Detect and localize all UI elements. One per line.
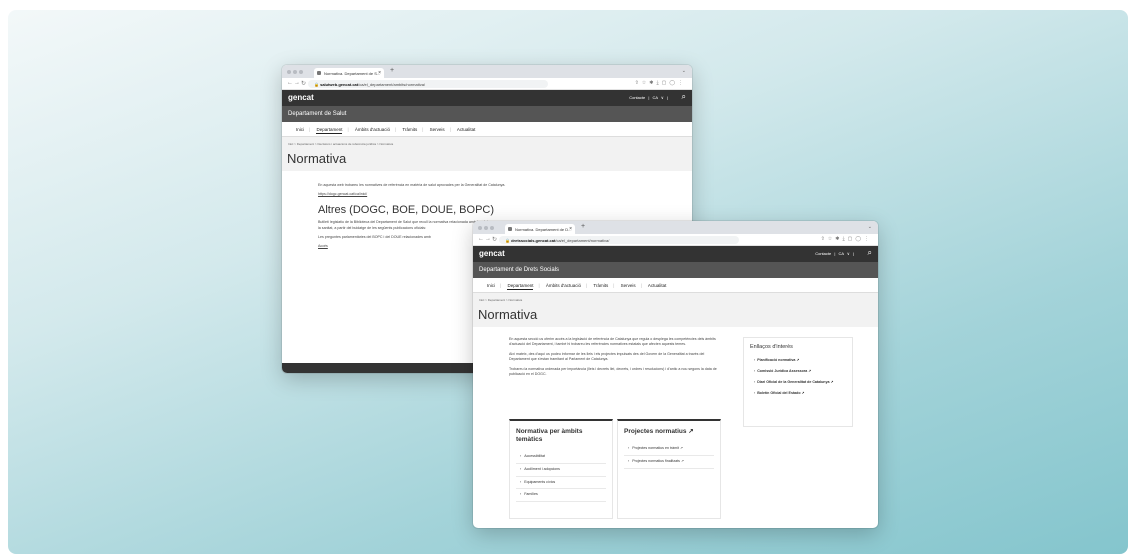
tab-list-chevron-icon[interactable]: ⌄	[868, 224, 872, 230]
favicon-icon	[317, 71, 321, 75]
maximize-window-dot[interactable]	[299, 70, 303, 74]
close-window-dot[interactable]	[287, 70, 291, 74]
browser-window-drets-socials: Normativa. Departament de D... × + ⌄ ← →…	[473, 221, 878, 528]
close-tab-icon[interactable]: ×	[378, 70, 381, 76]
page-title: Normativa	[287, 151, 347, 166]
search-icon[interactable]: ⌕	[868, 248, 872, 258]
dogc-link[interactable]: https://dogc.gencat.cat/ca/inici/	[318, 192, 678, 197]
links-of-interest-box: Enllaços d'interès Planificació normativ…	[743, 337, 853, 427]
url-path: /ca/el_departament/normativa/	[555, 238, 610, 243]
menu-item-serveis[interactable]: Serveis	[430, 127, 445, 132]
link-dogc[interactable]: Diari Oficial de la Generalitat de Catal…	[750, 380, 846, 385]
link-planificacio[interactable]: Planificació normativa ↗	[750, 358, 846, 363]
menu-item-tramits[interactable]: Tràmits	[593, 283, 608, 288]
menu-item-inici[interactable]: Inici	[487, 283, 495, 288]
link-boe[interactable]: Boletín Oficial del Estado ↗	[750, 391, 846, 396]
main-menu: Inici | Departament | Àmbits d'actuació | T…	[473, 278, 878, 293]
menu-item-serveis[interactable]: Serveis	[621, 283, 636, 288]
tab-strip: Normativa. Departament de S... × + ⌄	[282, 65, 692, 78]
back-arrow-icon[interactable]: ←	[287, 80, 293, 86]
url-field[interactable]: 🔒 dretssocials.gencat.cat/ca/el_departam…	[499, 236, 739, 244]
url-field[interactable]: 🔒 salutweb.gencat.cat/ca/el_departament/…	[308, 80, 548, 88]
search-icon[interactable]: ⌕	[682, 92, 686, 102]
minimize-window-dot[interactable]	[484, 226, 488, 230]
department-bar[interactable]: Departament de Salut	[282, 106, 692, 122]
page-content: En aquesta secció us oferim accés a la l…	[473, 327, 878, 527]
card-title[interactable]: Normativa per àmbits temàtics	[516, 428, 606, 444]
card-link-finalitzats[interactable]: Projectes normatius finalitzats ↗	[624, 456, 714, 469]
breadcrumb[interactable]: Inici > Departament > Decisions i actuac…	[282, 137, 692, 146]
favicon-icon	[508, 227, 512, 231]
page-title: Normativa	[478, 307, 538, 322]
gencat-logo[interactable]: gencat	[288, 93, 314, 102]
menu-item-ambits[interactable]: Àmbits d'actuació	[355, 127, 390, 132]
menu-item-actualitat[interactable]: Actualitat	[457, 127, 476, 132]
intro-column: En aquesta secció us oferim accés a la l…	[509, 337, 721, 381]
card-link-en-tramit[interactable]: Projectes normatius en tràmit ↗	[624, 443, 714, 456]
close-tab-icon[interactable]: ×	[569, 226, 572, 232]
link-comissio-juridica[interactable]: Comissió Jurídica Assessora ↗	[750, 369, 846, 374]
toolbar-icons[interactable]: ⇧☆✱⤓▢◯⋮	[821, 236, 872, 242]
card-link-equipaments[interactable]: Equipaments cívics	[516, 477, 606, 490]
browser-tab[interactable]: Normativa. Departament de S... ×	[314, 68, 384, 78]
forward-arrow-icon[interactable]: →	[485, 236, 491, 242]
card-link-families[interactable]: Famílies	[516, 489, 606, 503]
main-menu: Inici | Departament | Àmbits d'actuació | T…	[282, 122, 692, 137]
toolbar-icons[interactable]: ⇧☆✱⤓▢◯⋮	[635, 80, 686, 86]
gencat-header: gencat Contacte | CA ∨ | ⌕	[473, 246, 878, 262]
card-normativa-ambits: Normativa per àmbits temàtics Accessibil…	[509, 419, 613, 519]
back-arrow-icon[interactable]: ←	[478, 236, 484, 242]
tab-list-chevron-icon[interactable]: ⌄	[682, 68, 686, 74]
background-stage: Normativa. Departament de S... × + ⌄ ← →…	[8, 10, 1128, 554]
menu-item-departament[interactable]: Departament	[507, 283, 534, 290]
intro-paragraph-3: Trobareu la normativa ordenada per impor…	[509, 366, 717, 377]
new-tab-icon[interactable]: +	[581, 223, 585, 230]
close-window-dot[interactable]	[478, 226, 482, 230]
tab-title: Normativa. Departament de D...	[515, 227, 572, 232]
tab-strip: Normativa. Departament de D... × + ⌄	[473, 221, 878, 234]
reload-icon[interactable]: ↻	[301, 80, 306, 87]
gencat-logo[interactable]: gencat	[479, 249, 505, 258]
side-box-title: Enllaços d'interès	[750, 344, 793, 350]
url-path: /ca/el_departament/ambits/normativa/	[358, 82, 426, 87]
url-domain: salutweb.gencat.cat	[320, 82, 359, 87]
address-bar: ← → ↻ 🔒 dretssocials.gencat.cat/ca/el_de…	[473, 234, 878, 246]
menu-item-actualitat[interactable]: Actualitat	[648, 283, 667, 288]
intro-paragraph-1: En aquesta secció us oferim accés a la l…	[509, 337, 716, 347]
menu-item-departament[interactable]: Departament	[316, 127, 343, 134]
maximize-window-dot[interactable]	[490, 226, 494, 230]
department-bar[interactable]: Departament de Drets Socials	[473, 262, 878, 278]
card-title[interactable]: Projectes normatius ↗	[624, 428, 714, 436]
tab-title: Normativa. Departament de S...	[324, 71, 381, 76]
intro-text: En aquesta web trobareu les normatives d…	[318, 183, 506, 187]
title-area: Inici > Departament > Normativa Normativ…	[473, 293, 878, 327]
header-links[interactable]: Contacte | CA ∨ |	[629, 95, 668, 100]
forward-arrow-icon[interactable]: →	[294, 80, 300, 86]
header-links[interactable]: Contacte | CA ∨ |	[815, 251, 854, 256]
address-bar: ← → ↻ 🔒 salutweb.gencat.cat/ca/el_depart…	[282, 78, 692, 90]
minimize-window-dot[interactable]	[293, 70, 297, 74]
new-tab-icon[interactable]: +	[390, 67, 394, 74]
title-area: Inici > Departament > Decisions i actuac…	[282, 137, 692, 171]
card-link-acolliment[interactable]: Acolliment i adopcions	[516, 464, 606, 477]
section-heading: Altres (DOGC, BOE, DOUE, BOPC)	[318, 203, 495, 216]
menu-item-inici[interactable]: Inici	[296, 127, 304, 132]
card-projectes-normatius: Projectes normatius ↗ Projectes normatiu…	[617, 419, 721, 519]
browser-tab[interactable]: Normativa. Departament de D... ×	[505, 224, 575, 234]
reload-icon[interactable]: ↻	[492, 236, 497, 243]
gencat-header: gencat Contacte | CA ∨ | ⌕	[282, 90, 692, 106]
breadcrumb[interactable]: Inici > Departament > Normativa	[473, 293, 878, 302]
menu-item-tramits[interactable]: Tràmits	[402, 127, 417, 132]
intro-paragraph-2: Així mateix, des d'aquí us podeu informa…	[509, 351, 705, 362]
url-domain: dretssocials.gencat.cat	[511, 238, 556, 243]
menu-item-ambits[interactable]: Àmbits d'actuació	[546, 283, 581, 288]
card-link-accessibilitat[interactable]: Accessibilitat	[516, 451, 606, 464]
